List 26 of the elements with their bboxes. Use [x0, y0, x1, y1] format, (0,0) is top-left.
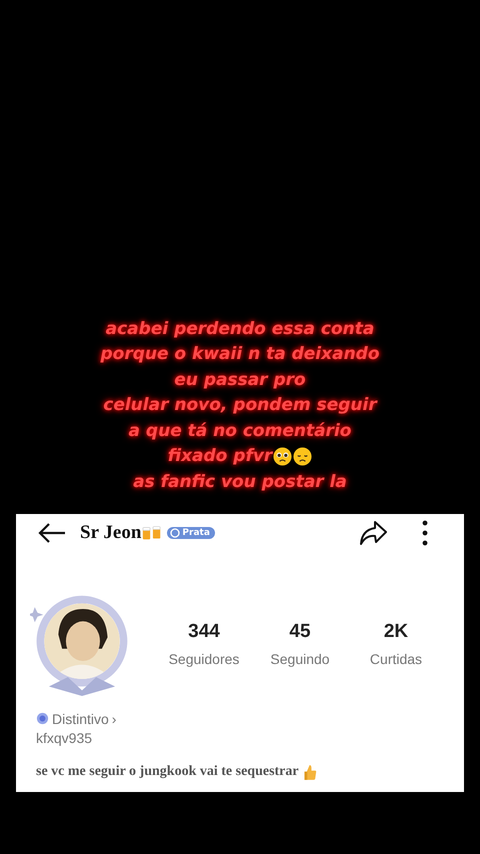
caption-text: fixado pfvr — [168, 446, 272, 466]
bio-text: se vc me seguir o jungkook vai te sequestrar — [36, 764, 299, 780]
thumbs-up-icon — [304, 764, 317, 780]
stat-value: 344 — [188, 620, 220, 642]
caption-text: porque o kwaii n ta deixando — [100, 344, 380, 364]
sad-face-icon — [293, 446, 312, 466]
stat-label: Curtidas — [370, 650, 422, 666]
user-id: kfxqv935 — [36, 730, 92, 746]
more-options-icon[interactable] — [422, 520, 428, 546]
caption-text: celular novo, pondem seguir — [103, 395, 377, 416]
stat-value: 45 — [289, 620, 311, 642]
caption-text: acabei perdendo essa conta — [106, 318, 374, 339]
stat-label: Seguidores — [168, 650, 240, 666]
badge-icon — [36, 712, 49, 725]
caption-text: eu passar pro — [174, 370, 306, 390]
caption-text: a que tá no comentário — [128, 420, 352, 441]
share-icon[interactable] — [358, 520, 388, 546]
back-arrow-icon[interactable] — [36, 520, 68, 544]
pleading-face-icon — [273, 446, 292, 466]
stat-value: 2K — [384, 620, 408, 642]
chevron-icon[interactable]: › — [112, 710, 116, 726]
caption-text: as fanfic vou postar la — [133, 472, 347, 492]
level-badge: Prata — [167, 526, 215, 538]
distinctive-link[interactable]: Distintivo — [52, 710, 109, 726]
stat-label: Seguindo — [270, 650, 330, 666]
profile-name: Sr Jeon — [80, 522, 142, 544]
